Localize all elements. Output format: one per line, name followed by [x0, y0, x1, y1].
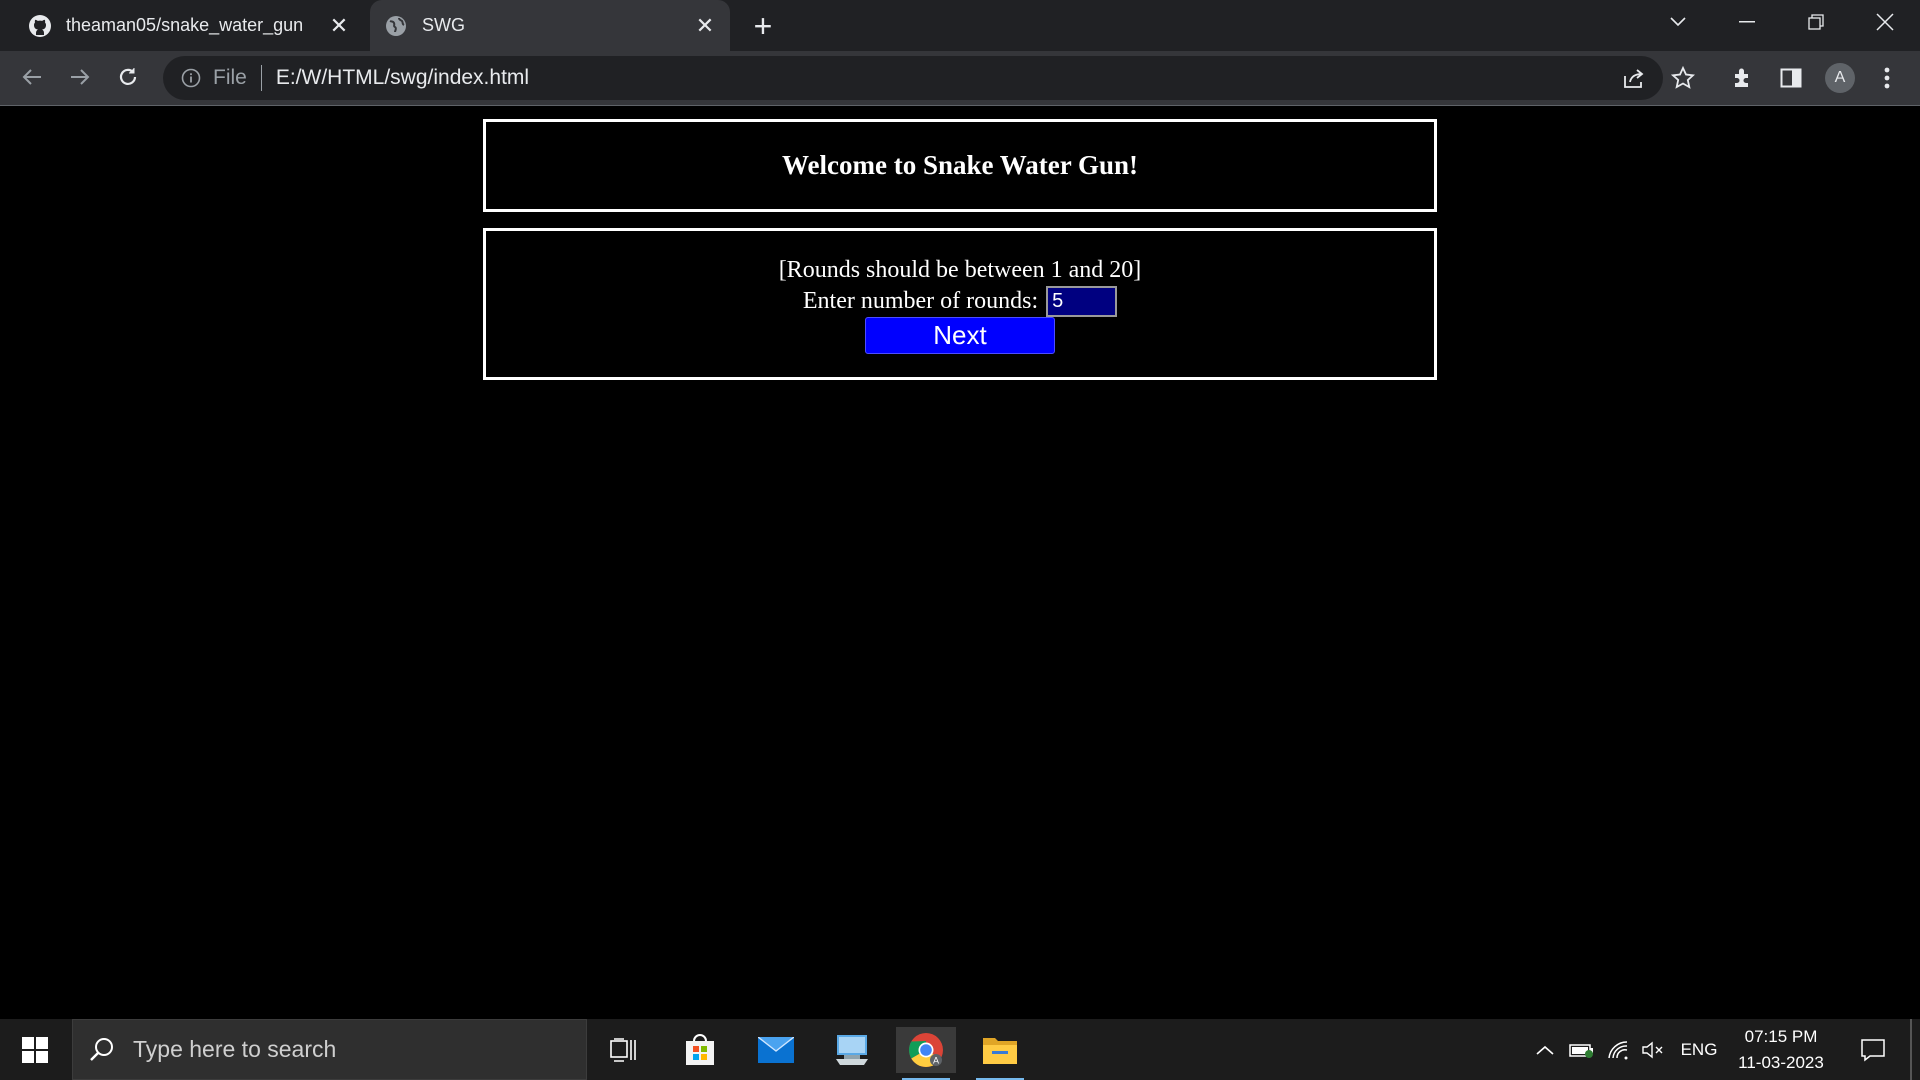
close-tab-icon[interactable]: ✕	[690, 11, 720, 41]
back-button[interactable]	[14, 59, 50, 95]
rounds-input[interactable]	[1046, 286, 1118, 317]
new-tab-button[interactable]: +	[745, 8, 781, 44]
next-button[interactable]: Next	[865, 317, 1055, 354]
page-viewport: Welcome to Snake Water Gun! [Rounds shou…	[0, 107, 1920, 1019]
speaker-muted-icon[interactable]	[1638, 1019, 1668, 1080]
task-view-icon[interactable]	[594, 1027, 654, 1073]
close-tab-icon[interactable]: ✕	[324, 11, 354, 41]
browser-toolbar: File E:/W/HTML/swg/index.html A	[0, 51, 1920, 106]
microsoft-store-icon[interactable]	[670, 1027, 730, 1073]
svg-text:A: A	[933, 1056, 939, 1066]
chevron-up-icon[interactable]	[1530, 1019, 1560, 1080]
clock-date: 11-03-2023	[1738, 1052, 1824, 1072]
github-icon	[28, 14, 52, 38]
rounds-hint: [Rounds should be between 1 and 20]	[778, 257, 1142, 283]
globe-icon	[384, 14, 408, 38]
windows-start-icon[interactable]	[14, 1031, 56, 1069]
forward-button[interactable]	[62, 59, 98, 95]
page-title: Welcome to Snake Water Gun!	[782, 150, 1138, 180]
rounds-label: Enter number of rounds:	[802, 288, 1039, 314]
search-icon	[87, 1035, 117, 1065]
menu-dots-icon[interactable]	[1872, 63, 1902, 93]
divider	[260, 65, 262, 91]
url-scheme: File	[213, 66, 247, 89]
info-icon[interactable]	[179, 66, 203, 90]
battery-icon[interactable]	[1567, 1019, 1597, 1080]
language-indicator[interactable]: ENG	[1674, 1019, 1724, 1080]
close-window-button[interactable]	[1855, 0, 1915, 44]
file-explorer-icon[interactable]	[970, 1027, 1030, 1080]
url-text[interactable]: E:/W/HTML/swg/index.html	[276, 66, 529, 90]
notifications-icon[interactable]	[1853, 1019, 1893, 1080]
reload-button[interactable]	[110, 59, 146, 95]
tab-swg[interactable]: SWG ✕	[370, 0, 730, 51]
clock[interactable]: 07:15 PM 11-03-2023	[1726, 1019, 1836, 1080]
rounds-row: Enter number of rounds:	[486, 286, 1434, 317]
profile-avatar[interactable]: A	[1825, 63, 1855, 93]
tab-github[interactable]: theaman05/snake_water_gun ✕	[14, 0, 364, 51]
tab-title: theaman05/snake_water_gun	[66, 15, 304, 35]
side-panel-icon[interactable]	[1776, 63, 1806, 93]
rounds-form: [Rounds should be between 1 and 20] Ente…	[483, 228, 1437, 380]
restore-button[interactable]	[1786, 0, 1846, 44]
bookmark-star-icon[interactable]	[1668, 63, 1698, 93]
mail-icon[interactable]	[746, 1027, 806, 1073]
taskbar-search[interactable]: Type here to search	[72, 1019, 587, 1080]
show-desktop-divider[interactable]	[1910, 1019, 1912, 1080]
search-placeholder: Type here to search	[133, 1036, 337, 1062]
tab-strip: theaman05/snake_water_gun ✕ SWG ✕ +	[0, 0, 1920, 51]
remote-desktop-icon[interactable]	[822, 1027, 882, 1073]
address-bar[interactable]: File E:/W/HTML/swg/index.html	[163, 56, 1663, 100]
clock-time: 07:15 PM	[1744, 1026, 1818, 1046]
tab-title: SWG	[422, 15, 465, 35]
share-icon[interactable]	[1619, 63, 1649, 93]
tab-search-chevron-icon[interactable]	[1648, 0, 1708, 44]
minimize-button[interactable]	[1717, 0, 1777, 44]
taskbar: Type here to search A ENG 07:15 PM 11-03…	[0, 1019, 1920, 1080]
wifi-icon[interactable]	[1603, 1019, 1633, 1080]
extensions-icon[interactable]	[1728, 63, 1758, 93]
welcome-box: Welcome to Snake Water Gun!	[483, 119, 1437, 212]
chrome-taskbar-icon[interactable]: A	[896, 1027, 956, 1080]
